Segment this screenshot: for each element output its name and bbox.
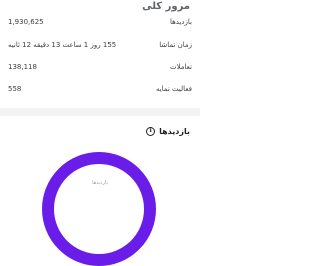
stat-label: تعاملات bbox=[170, 63, 192, 71]
stat-row-watch-time: زمان تماشا 155 روز 1 ساعت 13 دقیقه 12 ثا… bbox=[8, 39, 192, 51]
stat-row-views: بازدیدها 1,930,625 bbox=[8, 16, 192, 28]
overview-header: مرور کلی bbox=[142, 0, 190, 12]
section-divider bbox=[0, 108, 200, 116]
stat-value: 155 روز 1 ساعت 13 دقیقه 12 ثانیه bbox=[8, 41, 117, 49]
stat-value: 1,930,625 bbox=[8, 18, 44, 26]
views-section-title: بازدیدها bbox=[159, 126, 190, 136]
stat-label: بازدیدها bbox=[169, 18, 192, 26]
views-section-header: بازدیدها i bbox=[146, 124, 190, 138]
stat-row-engagements: تعاملات 138,118 bbox=[8, 61, 192, 73]
stat-label: زمان تماشا bbox=[159, 41, 192, 49]
stat-value: 558 bbox=[8, 85, 22, 93]
stat-row-profile-activity: فعالیت نمایه 558 bbox=[8, 83, 192, 95]
views-donut-chart bbox=[42, 152, 156, 266]
stat-label: فعالیت نمایه bbox=[155, 85, 192, 93]
donut-center-label: بازدیدها bbox=[92, 180, 108, 186]
info-icon[interactable]: i bbox=[146, 126, 156, 136]
stat-value: 138,118 bbox=[8, 63, 37, 71]
overview-title: مرور کلی bbox=[142, 1, 190, 12]
